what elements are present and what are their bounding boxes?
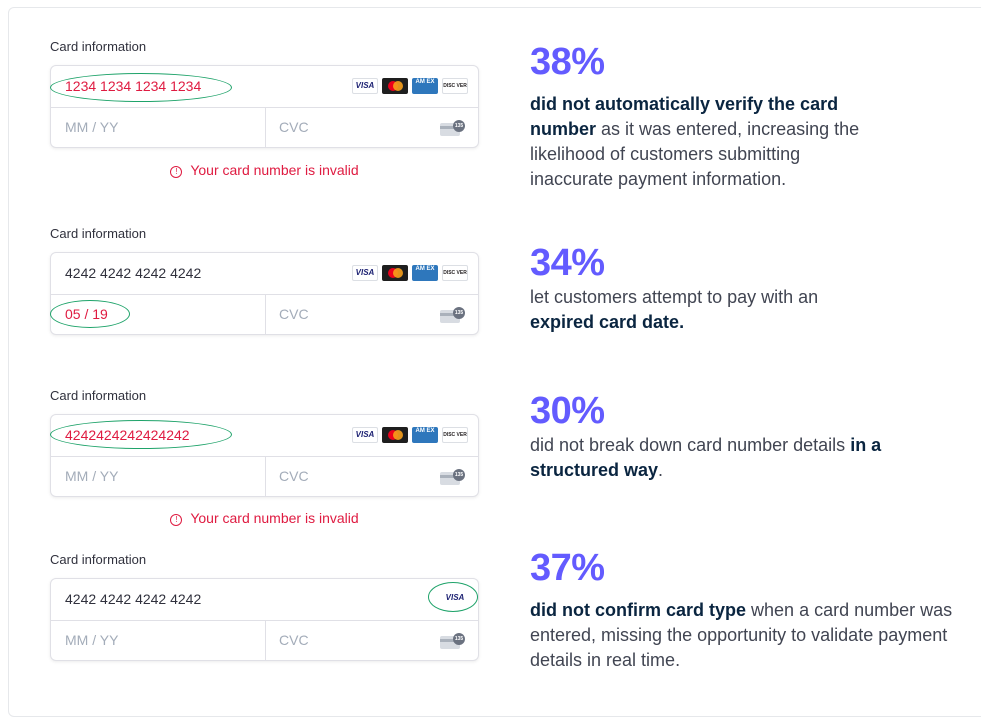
field-divider — [265, 620, 266, 661]
stat-percent: 37% — [530, 547, 605, 589]
stat-percent: 30% — [530, 390, 605, 432]
field-divider — [265, 107, 266, 148]
card-input-group: 4242 4242 4242 4242 VISA AM EX DISC VER … — [50, 252, 479, 335]
card-number-row[interactable]: 4242424242424242 VISA AM EX DISC VER — [51, 415, 478, 457]
card-error-message: ! Your card number is invalid — [50, 162, 479, 178]
stat-description: did not confirm card type when a card nu… — [530, 600, 953, 670]
card-brand-icons: VISA — [442, 591, 468, 607]
field-divider — [265, 294, 266, 335]
mastercard-icon — [382, 427, 408, 443]
card-number-row[interactable]: 4242 4242 4242 4242 VISA AM EX DISC VER — [51, 253, 478, 295]
card-information-label: Card information — [50, 39, 147, 54]
error-text: Your card number is invalid — [190, 510, 359, 526]
card-demo-4: Card information 4242 4242 4242 4242 VIS… — [50, 551, 479, 661]
cvc-field[interactable]: CVC — [279, 456, 309, 497]
card-number-row[interactable]: 1234 1234 1234 1234 VISA AM EX DISC VER — [51, 66, 478, 108]
card-demo-1: Card information 1234 1234 1234 1234 VIS… — [50, 38, 479, 178]
card-brand-icons: VISA AM EX DISC VER — [352, 78, 468, 94]
amex-icon: AM EX — [412, 78, 438, 94]
stat-description: let customers attempt to pay with an exp… — [530, 287, 819, 332]
alert-icon: ! — [170, 166, 183, 178]
card-input-group: 4242424242424242 VISA AM EX DISC VER MM … — [50, 414, 479, 497]
expiry-field[interactable]: MM / YY — [65, 107, 118, 148]
cvc-field[interactable]: CVC — [279, 620, 309, 661]
stat-block-2: 34% let customers attempt to pay with an… — [530, 241, 970, 335]
card-number-field[interactable]: 4242 4242 4242 4242 — [65, 579, 201, 620]
stat-description: did not automatically verify the card nu… — [530, 94, 860, 189]
expiry-field[interactable]: MM / YY — [65, 620, 118, 661]
card-number-field[interactable]: 4242424242424242 — [65, 415, 190, 456]
error-text: Your card number is invalid — [190, 162, 359, 178]
card-number-field[interactable]: 4242 4242 4242 4242 — [65, 253, 201, 294]
cvc-field[interactable]: CVC — [279, 294, 309, 335]
mastercard-icon — [382, 78, 408, 94]
discover-icon: DISC VER — [442, 78, 468, 94]
card-demo-3: Card information 4242424242424242 VISA A… — [50, 387, 479, 526]
stat-block-3: 30% did not break down card number detai… — [530, 389, 970, 483]
visa-icon: VISA — [352, 427, 378, 443]
cvc-card-icon: 135 — [440, 469, 466, 485]
cvc-card-icon: 135 — [440, 307, 466, 323]
card-brand-icons: VISA AM EX DISC VER — [352, 427, 468, 443]
visa-icon: VISA — [352, 265, 378, 281]
cvc-field[interactable]: CVC — [279, 107, 309, 148]
card-number-row[interactable]: 4242 4242 4242 4242 VISA — [51, 579, 478, 621]
card-information-label: Card information — [50, 552, 147, 567]
visa-icon: VISA — [352, 78, 378, 94]
field-divider — [265, 456, 266, 497]
alert-icon: ! — [170, 514, 183, 526]
expiry-field[interactable]: 05 / 19 — [65, 294, 108, 335]
stat-percent: 38% — [530, 41, 605, 83]
cvc-card-icon: 135 — [440, 120, 466, 136]
amex-icon: AM EX — [412, 427, 438, 443]
card-information-label: Card information — [50, 388, 147, 403]
stat-block-4: 37% did not confirm card type when a car… — [530, 546, 970, 673]
visa-icon: VISA — [442, 591, 468, 607]
mastercard-icon — [382, 265, 408, 281]
card-brand-icons: VISA AM EX DISC VER — [352, 265, 468, 281]
card-demo-2: Card information 4242 4242 4242 4242 VIS… — [50, 225, 479, 335]
cvc-card-icon: 135 — [440, 633, 466, 649]
stat-percent: 34% — [530, 242, 605, 284]
card-error-message: ! Your card number is invalid — [50, 510, 479, 526]
discover-icon: DISC VER — [442, 427, 468, 443]
card-number-field[interactable]: 1234 1234 1234 1234 — [65, 66, 201, 107]
amex-icon: AM EX — [412, 265, 438, 281]
discover-icon: DISC VER — [442, 265, 468, 281]
expiry-field[interactable]: MM / YY — [65, 456, 118, 497]
card-information-label: Card information — [50, 226, 147, 241]
stat-block-1: 38% did not automatically verify the car… — [530, 40, 970, 192]
card-input-group: 1234 1234 1234 1234 VISA AM EX DISC VER … — [50, 65, 479, 148]
stat-description: did not break down card number details i… — [530, 435, 882, 480]
card-input-group: 4242 4242 4242 4242 VISA MM / YY CVC 135 — [50, 578, 479, 661]
